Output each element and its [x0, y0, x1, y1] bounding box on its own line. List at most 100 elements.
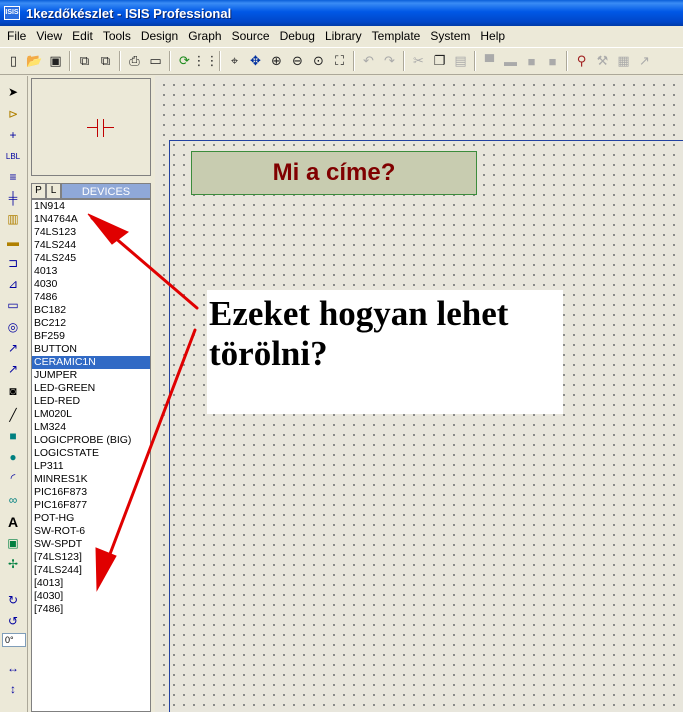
pin-icon[interactable]: ⊐ — [3, 253, 23, 273]
new-file-icon[interactable]: ▯ — [3, 50, 24, 72]
device-list[interactable]: 1N914 1N4764A 74LS123 74LS244 74LS245 4013 403… — [31, 199, 151, 712]
paste-icon[interactable]: ▤ — [450, 50, 471, 72]
block-delete-icon[interactable]: ■ — [542, 50, 563, 72]
device-list-item[interactable]: 4030 — [32, 278, 150, 291]
device-list-item[interactable]: BUTTON — [32, 343, 150, 356]
device-list-item[interactable]: SW-ROT-6 — [32, 525, 150, 538]
device-list-item[interactable]: 1N4764A — [32, 213, 150, 226]
mirror-v-icon[interactable]: ↕ — [3, 679, 23, 699]
zoom-in-icon[interactable]: ⊕ — [266, 50, 287, 72]
rotate-cw-icon[interactable]: ↻ — [3, 590, 23, 610]
menu-design[interactable]: Design — [136, 27, 183, 45]
save-icon[interactable]: ▣ — [45, 50, 66, 72]
library-manager-button[interactable]: L — [46, 183, 61, 199]
wire-label-icon[interactable]: LBL — [3, 146, 23, 166]
menu-debug[interactable]: Debug — [275, 27, 320, 45]
zoom-all-icon[interactable]: ⊙ — [308, 50, 329, 72]
menu-graph[interactable]: Graph — [183, 27, 226, 45]
arc-icon[interactable]: ◜ — [3, 468, 23, 488]
component-icon[interactable]: ⊳ — [3, 104, 23, 124]
virtual-instrument-icon[interactable]: ◙ — [3, 381, 23, 401]
device-list-item[interactable]: [4013] — [32, 577, 150, 590]
voltage-probe-icon[interactable]: ↗ — [3, 338, 23, 358]
decompose-icon[interactable]: ↗ — [634, 50, 655, 72]
print-area-icon[interactable]: ▭ — [145, 50, 166, 72]
block-rotate-icon[interactable]: ■ — [521, 50, 542, 72]
redo-icon[interactable]: ↷ — [379, 50, 400, 72]
menu-view[interactable]: View — [31, 27, 67, 45]
device-list-item[interactable]: LOGICPROBE (BIG) — [32, 434, 150, 447]
device-list-item[interactable]: 4013 — [32, 265, 150, 278]
device-list-item[interactable]: 74LS123 — [32, 226, 150, 239]
device-list-item[interactable]: 74LS244 — [32, 239, 150, 252]
device-list-item[interactable]: BC182 — [32, 304, 150, 317]
make-device-icon[interactable]: ⚒ — [592, 50, 613, 72]
device-list-item[interactable]: 7486 — [32, 291, 150, 304]
package-icon[interactable]: ▦ — [613, 50, 634, 72]
menu-help[interactable]: Help — [475, 27, 510, 45]
menu-tools[interactable]: Tools — [98, 27, 136, 45]
print-icon[interactable]: ⎙ — [124, 50, 145, 72]
block-copy-icon[interactable]: ▀ — [479, 50, 500, 72]
device-list-item[interactable]: [74LS123] — [32, 551, 150, 564]
menu-system[interactable]: System — [425, 27, 475, 45]
sheet-title-box[interactable]: Mi a címe? — [191, 151, 477, 195]
export-icon[interactable]: ⧉ — [95, 50, 116, 72]
device-list-item[interactable]: LM324 — [32, 421, 150, 434]
block-move-icon[interactable]: ▬ — [500, 50, 521, 72]
device-list-item[interactable]: PIC16F873 — [32, 486, 150, 499]
device-list-item[interactable]: CERAMIC1N — [32, 356, 150, 369]
device-list-item[interactable]: BF259 — [32, 330, 150, 343]
text-icon[interactable]: A — [3, 512, 23, 532]
menu-source[interactable]: Source — [227, 27, 275, 45]
device-list-item[interactable]: LED-GREEN — [32, 382, 150, 395]
line-icon[interactable]: ╱ — [3, 405, 23, 425]
device-list-item[interactable]: [4030] — [32, 590, 150, 603]
menu-template[interactable]: Template — [367, 27, 426, 45]
import-icon[interactable]: ⧉ — [74, 50, 95, 72]
graph-icon[interactable]: ⊿ — [3, 274, 23, 294]
zoom-out-icon[interactable]: ⊖ — [287, 50, 308, 72]
device-list-item[interactable]: LM020L — [32, 408, 150, 421]
device-list-item[interactable]: [74LS244] — [32, 564, 150, 577]
copy-icon[interactable]: ❐ — [429, 50, 450, 72]
marker-icon[interactable]: ✢ — [3, 554, 23, 574]
menu-library[interactable]: Library — [320, 27, 367, 45]
rotation-angle-field[interactable]: 0° — [2, 633, 26, 647]
menu-edit[interactable]: Edit — [67, 27, 98, 45]
bus-icon[interactable]: ╪ — [3, 188, 23, 208]
pick-device-icon[interactable]: ⚲ — [571, 50, 592, 72]
origin-icon[interactable]: ⌖ — [224, 50, 245, 72]
device-list-item[interactable]: POT-HG — [32, 512, 150, 525]
open-folder-icon[interactable]: 📂 — [24, 50, 45, 72]
undo-icon[interactable]: ↶ — [358, 50, 379, 72]
junction-icon[interactable]: + — [3, 125, 23, 145]
pan-icon[interactable]: ✥ — [245, 50, 266, 72]
device-list-item[interactable]: LED-RED — [32, 395, 150, 408]
device-list-item[interactable]: 1N914 — [32, 200, 150, 213]
device-list-item[interactable]: SW-SPDT — [32, 538, 150, 551]
menu-file[interactable]: File — [2, 27, 31, 45]
circle-icon[interactable]: ● — [3, 447, 23, 467]
cut-icon[interactable]: ✂ — [408, 50, 429, 72]
rotate-ccw-icon[interactable]: ↺ — [3, 611, 23, 631]
mirror-h-icon[interactable]: ↔ — [3, 658, 23, 678]
generator-icon[interactable]: ◎ — [3, 317, 23, 337]
device-list-item[interactable]: JUMPER — [32, 369, 150, 382]
select-icon[interactable]: ➤ — [3, 82, 23, 102]
pick-devices-button[interactable]: P — [31, 183, 46, 199]
script-icon[interactable]: ≡ — [3, 167, 23, 187]
device-list-item[interactable]: LOGICSTATE — [32, 447, 150, 460]
tape-icon[interactable]: ▭ — [3, 295, 23, 315]
device-list-item[interactable]: LP311 — [32, 460, 150, 473]
subcircuit-icon[interactable]: ▥ — [3, 209, 23, 229]
zoom-area-icon[interactable]: ⛶ — [329, 50, 350, 72]
terminal-icon[interactable]: ▬ — [3, 232, 23, 252]
symbol-icon[interactable]: ▣ — [3, 533, 23, 553]
device-list-item[interactable]: [7486] — [32, 603, 150, 616]
app-icon[interactable]: ISIS — [4, 6, 20, 20]
grid-icon[interactable]: ⋮⋮ — [193, 50, 219, 72]
device-list-item[interactable]: 74LS245 — [32, 252, 150, 265]
path-icon[interactable]: ∞ — [3, 490, 23, 510]
box-icon[interactable]: ■ — [3, 426, 23, 446]
